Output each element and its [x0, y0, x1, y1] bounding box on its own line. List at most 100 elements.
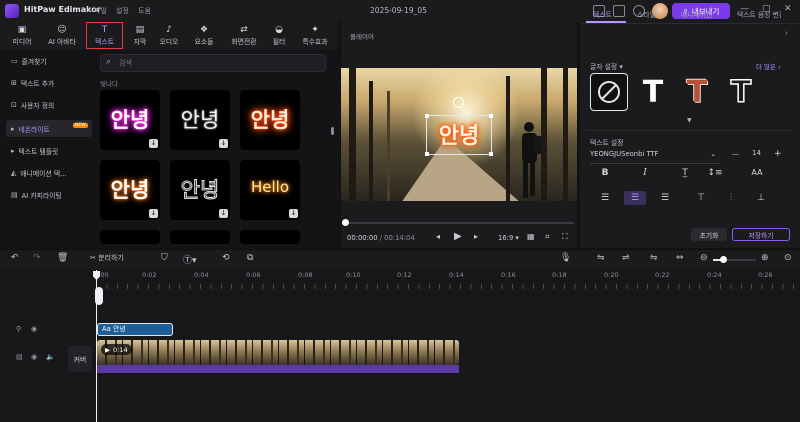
resize-handle[interactable] — [489, 152, 493, 156]
audio-waveform[interactable] — [97, 365, 459, 373]
prev-frame-icon[interactable]: ◂ — [436, 232, 440, 241]
rotate-handle-icon[interactable] — [453, 97, 464, 108]
preset-outline[interactable]: 안녕 ↓ — [170, 160, 230, 220]
cover-button[interactable]: 커버 — [68, 346, 92, 372]
eye-icon[interactable]: ◉ — [31, 353, 37, 361]
timeline-settings-icon[interactable]: ⊙ — [784, 253, 792, 263]
tabs-scroll-icon[interactable]: › — [785, 29, 788, 37]
tab-elements[interactable]: ❖ 요소들 — [188, 22, 220, 49]
uppercase-button[interactable]: AA — [746, 166, 768, 180]
sidebar-item-favorites[interactable]: ▭ 즐겨찾기 — [6, 52, 92, 69]
split-button[interactable]: ✂ 분리하기 — [90, 253, 124, 263]
style-brick[interactable]: T — [678, 73, 716, 111]
tab-tts[interactable]: 텍스트 음성 변환 — [737, 9, 781, 19]
preset-neon-orange[interactable]: 안녕 ↓ — [100, 160, 160, 220]
redo-icon[interactable]: ↷ — [33, 253, 41, 263]
link-icon[interactable]: ⇋ — [597, 253, 605, 263]
underline-button[interactable]: T̲ — [674, 166, 696, 180]
align-center-button[interactable]: ☰ — [624, 191, 646, 205]
preset-partial[interactable] — [240, 230, 300, 244]
download-icon[interactable]: ↓ — [219, 209, 228, 218]
font-size-stepper[interactable]: — 14 + — [726, 149, 790, 164]
download-icon[interactable]: ↓ — [289, 209, 298, 218]
mute-icon[interactable]: 🔈 — [46, 353, 55, 361]
presets-scrollbar[interactable] — [331, 127, 334, 135]
align-right-button[interactable]: ☰ — [654, 191, 676, 205]
bold-button[interactable]: B — [594, 166, 616, 180]
search-input[interactable] — [119, 57, 319, 69]
sidebar-item-ai-copywriting[interactable]: ▤ AI 카피라이팅 — [6, 186, 92, 203]
text-clip[interactable]: Aa 안녕 — [97, 323, 173, 336]
sidebar-item-text-template[interactable]: ▸ 텍스트 템플릿 — [6, 142, 92, 159]
preset-neon-red[interactable]: 안녕 — [240, 90, 300, 150]
minus-icon[interactable]: — — [732, 150, 739, 158]
close-icon[interactable]: ✕ — [784, 4, 792, 14]
download-icon[interactable]: ↓ — [219, 139, 228, 148]
tab-text[interactable]: T 텍스트 — [86, 22, 123, 49]
sidebar-item-neon[interactable]: ▸ 네온라이트 NEW — [6, 120, 92, 137]
rotate-icon[interactable]: ⟲ — [222, 253, 230, 263]
style-white[interactable]: T — [634, 73, 672, 111]
time-ruler[interactable] — [96, 284, 800, 289]
delete-icon[interactable]: 🗑 — [57, 253, 68, 263]
tab-animation[interactable]: 애니메이션 — [681, 9, 712, 19]
download-icon[interactable]: ↓ — [149, 139, 158, 148]
crop-icon[interactable]: ⌗ — [545, 232, 550, 242]
microphone-icon[interactable]: 🎙 — [560, 253, 571, 263]
snapshot-icon[interactable]: ▦ — [527, 232, 535, 241]
align-bottom-button[interactable]: ⊥ — [750, 191, 772, 205]
tab-subtitle[interactable]: ▤ 자막 — [124, 22, 156, 49]
preset-neon-pink[interactable]: 안녕 ↓ — [100, 90, 160, 150]
download-icon[interactable]: ↓ — [149, 209, 158, 218]
layers-icon[interactable]: ⧉ — [247, 253, 253, 263]
font-size-value[interactable]: 14 — [752, 149, 761, 157]
italic-button[interactable]: I — [634, 166, 656, 180]
video-preview[interactable]: 안녕 — [341, 68, 577, 201]
playback-progress[interactable] — [342, 219, 574, 226]
preset-partial[interactable] — [170, 230, 230, 244]
play-icon[interactable]: ▶ — [454, 231, 462, 242]
zoom-slider[interactable] — [713, 256, 756, 263]
preset-hello[interactable]: Hello ↓ — [240, 160, 300, 220]
tab-effects[interactable]: ✦ 특수효과 — [296, 22, 334, 49]
zoom-out-icon[interactable]: ⊖ — [700, 253, 708, 263]
plus-icon[interactable]: + — [774, 149, 782, 159]
undo-icon[interactable]: ↶ — [11, 253, 19, 263]
fullscreen-icon[interactable]: ⛶ — [562, 232, 568, 242]
align-middle-button[interactable]: ⫶ — [720, 191, 742, 205]
zoom-in-icon[interactable]: ⊕ — [761, 253, 769, 263]
expand-styles-icon[interactable]: ▼ — [687, 117, 692, 124]
overlay-text[interactable]: 안녕 — [429, 118, 489, 150]
font-select[interactable]: YEONGJUSeonbi TTF ⌄ — [590, 150, 720, 164]
message-icon[interactable] — [613, 5, 625, 17]
tab-text-props[interactable]: 텍스트 — [593, 9, 612, 19]
align-left-button[interactable]: ☰ — [594, 191, 616, 205]
reset-button[interactable]: 초기화 — [691, 228, 727, 241]
magnet-icon[interactable]: ⇌ — [622, 253, 630, 263]
playhead-handle[interactable] — [95, 287, 103, 305]
tab-style[interactable]: 스타일 — [637, 9, 656, 19]
snap-icon[interactable]: ⇋ — [650, 253, 658, 263]
preset-neon-white[interactable]: 안녕 ↓ — [170, 90, 230, 150]
sidebar-item-custom[interactable]: ⊡ 사용자 정의 — [6, 96, 92, 113]
tab-audio[interactable]: ♪ 오디오 — [153, 22, 185, 49]
menu-help[interactable]: 도움 — [138, 6, 151, 16]
resize-handle[interactable] — [489, 114, 493, 118]
resize-handle[interactable] — [425, 152, 429, 156]
tab-media[interactable]: ▣ 미디어 — [6, 22, 38, 49]
shield-icon[interactable]: ⛉ — [161, 253, 168, 263]
more-link[interactable]: 더 많은 › — [756, 61, 781, 71]
tab-filter[interactable]: ◒ 필터 — [263, 22, 295, 49]
text-tool-icon[interactable]: Ⓣ▾ — [183, 253, 197, 266]
tab-ai-avatar[interactable]: ☺ AI 아바타 — [46, 22, 78, 49]
eye-icon[interactable]: ◉ — [31, 325, 37, 333]
next-frame-icon[interactable]: ▸ — [474, 232, 478, 241]
menu-file[interactable]: 파일 — [94, 6, 107, 16]
progress-knob[interactable] — [342, 219, 349, 226]
preset-partial[interactable] — [100, 230, 160, 244]
zoom-knob[interactable] — [720, 256, 727, 263]
style-outline[interactable]: T — [722, 73, 760, 111]
tab-transition[interactable]: ⇄ 화면전환 — [226, 22, 262, 49]
align-top-button[interactable]: ⊤ — [690, 191, 712, 205]
menu-settings[interactable]: 설정 — [116, 6, 129, 16]
